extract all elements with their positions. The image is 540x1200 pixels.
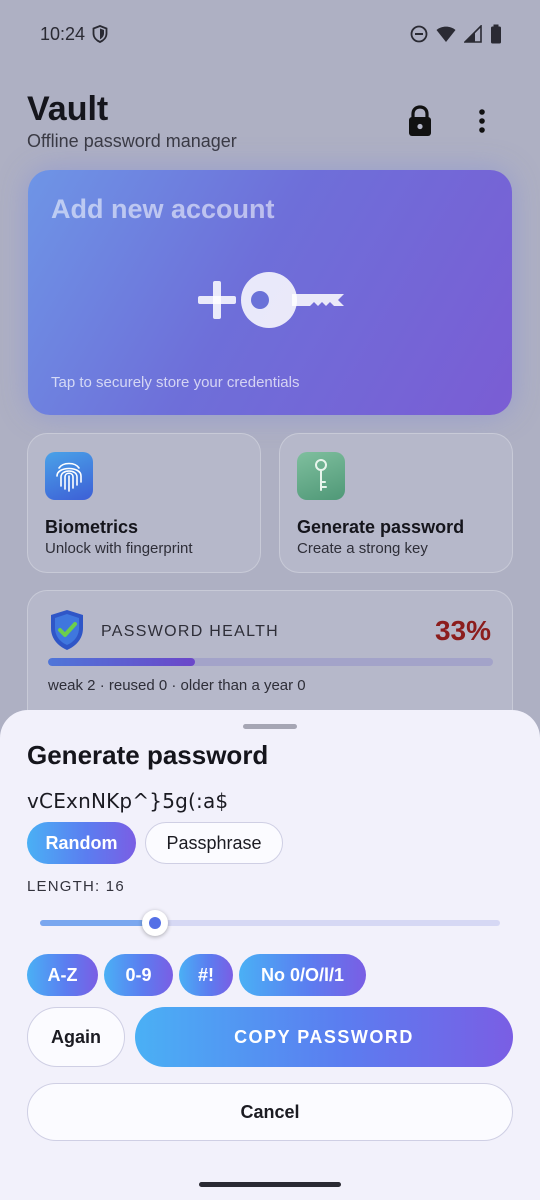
lock-icon[interactable]	[404, 104, 436, 138]
home-indicator[interactable]	[199, 1182, 341, 1187]
digits-chip[interactable]: 0-9	[104, 954, 173, 996]
do-not-disturb-icon	[410, 25, 428, 43]
length-slider-thumb[interactable]	[142, 910, 168, 936]
add-account-title: Add new account	[51, 194, 275, 224]
biometrics-subtitle: Unlock with fingerprint	[45, 540, 193, 557]
shield-check-icon	[51, 610, 83, 650]
battery-icon	[491, 24, 501, 44]
key-icon	[297, 452, 345, 500]
generate-password-subtitle: Create a strong key	[297, 540, 428, 557]
length-label: LENGTH: 16	[27, 878, 125, 895]
symbols-chip[interactable]: #!	[179, 954, 233, 996]
status-icons	[410, 24, 502, 44]
length-slider-fill	[40, 920, 155, 926]
generated-password: vCExnNKp^}5g(:a$	[27, 789, 229, 813]
biometrics-title: Biometrics	[45, 517, 139, 537]
password-health-stats: weak 2 · reused 0 · older than a year 0	[48, 677, 306, 694]
more-vert-icon[interactable]	[468, 106, 496, 136]
cancel-button[interactable]: Cancel	[27, 1083, 513, 1141]
sheet-title: Generate password	[27, 740, 269, 770]
copy-password-button[interactable]: COPY PASSWORD	[135, 1007, 513, 1067]
screen: 10:24 Vault Offline password manager Add…	[0, 0, 540, 1200]
app-title: Vault	[27, 90, 109, 128]
status-time: 10:24	[40, 24, 86, 44]
sheet-drag-handle[interactable]	[243, 724, 297, 729]
app-subtitle: Offline password manager	[27, 131, 237, 151]
generate-password-card[interactable]: Generate password Create a strong key	[279, 433, 513, 573]
no-ambiguous-chip[interactable]: No 0/O/l/1	[239, 954, 366, 996]
length-slider-track[interactable]	[40, 920, 500, 926]
password-health-percent: 33%	[434, 615, 491, 646]
again-button[interactable]: Again	[27, 1007, 125, 1067]
shield-icon	[92, 25, 108, 43]
password-health-bar	[48, 658, 493, 666]
wifi-icon	[436, 26, 456, 42]
mode-random-button[interactable]: Random	[27, 822, 136, 864]
biometrics-card[interactable]: Biometrics Unlock with fingerprint	[27, 433, 261, 573]
status-bar: 10:24	[0, 0, 540, 70]
generate-password-sheet: Generate password vCExnNKp^}5g(:a$ Rando…	[0, 710, 540, 1200]
signal-icon	[464, 25, 482, 43]
plus-key-icon	[198, 272, 344, 328]
add-account-caption: Tap to securely store your credentials	[51, 374, 300, 391]
fingerprint-icon	[45, 452, 93, 500]
password-health-bar-fill	[48, 658, 195, 666]
password-health-label: PASSWORD HEALTH	[101, 623, 280, 640]
generate-password-title: Generate password	[297, 517, 465, 537]
add-account-card[interactable]: Add new account Tap to securely store yo…	[28, 170, 512, 415]
mode-passphrase-button[interactable]: Passphrase	[145, 822, 283, 864]
uppercase-chip[interactable]: A-Z	[27, 954, 98, 996]
